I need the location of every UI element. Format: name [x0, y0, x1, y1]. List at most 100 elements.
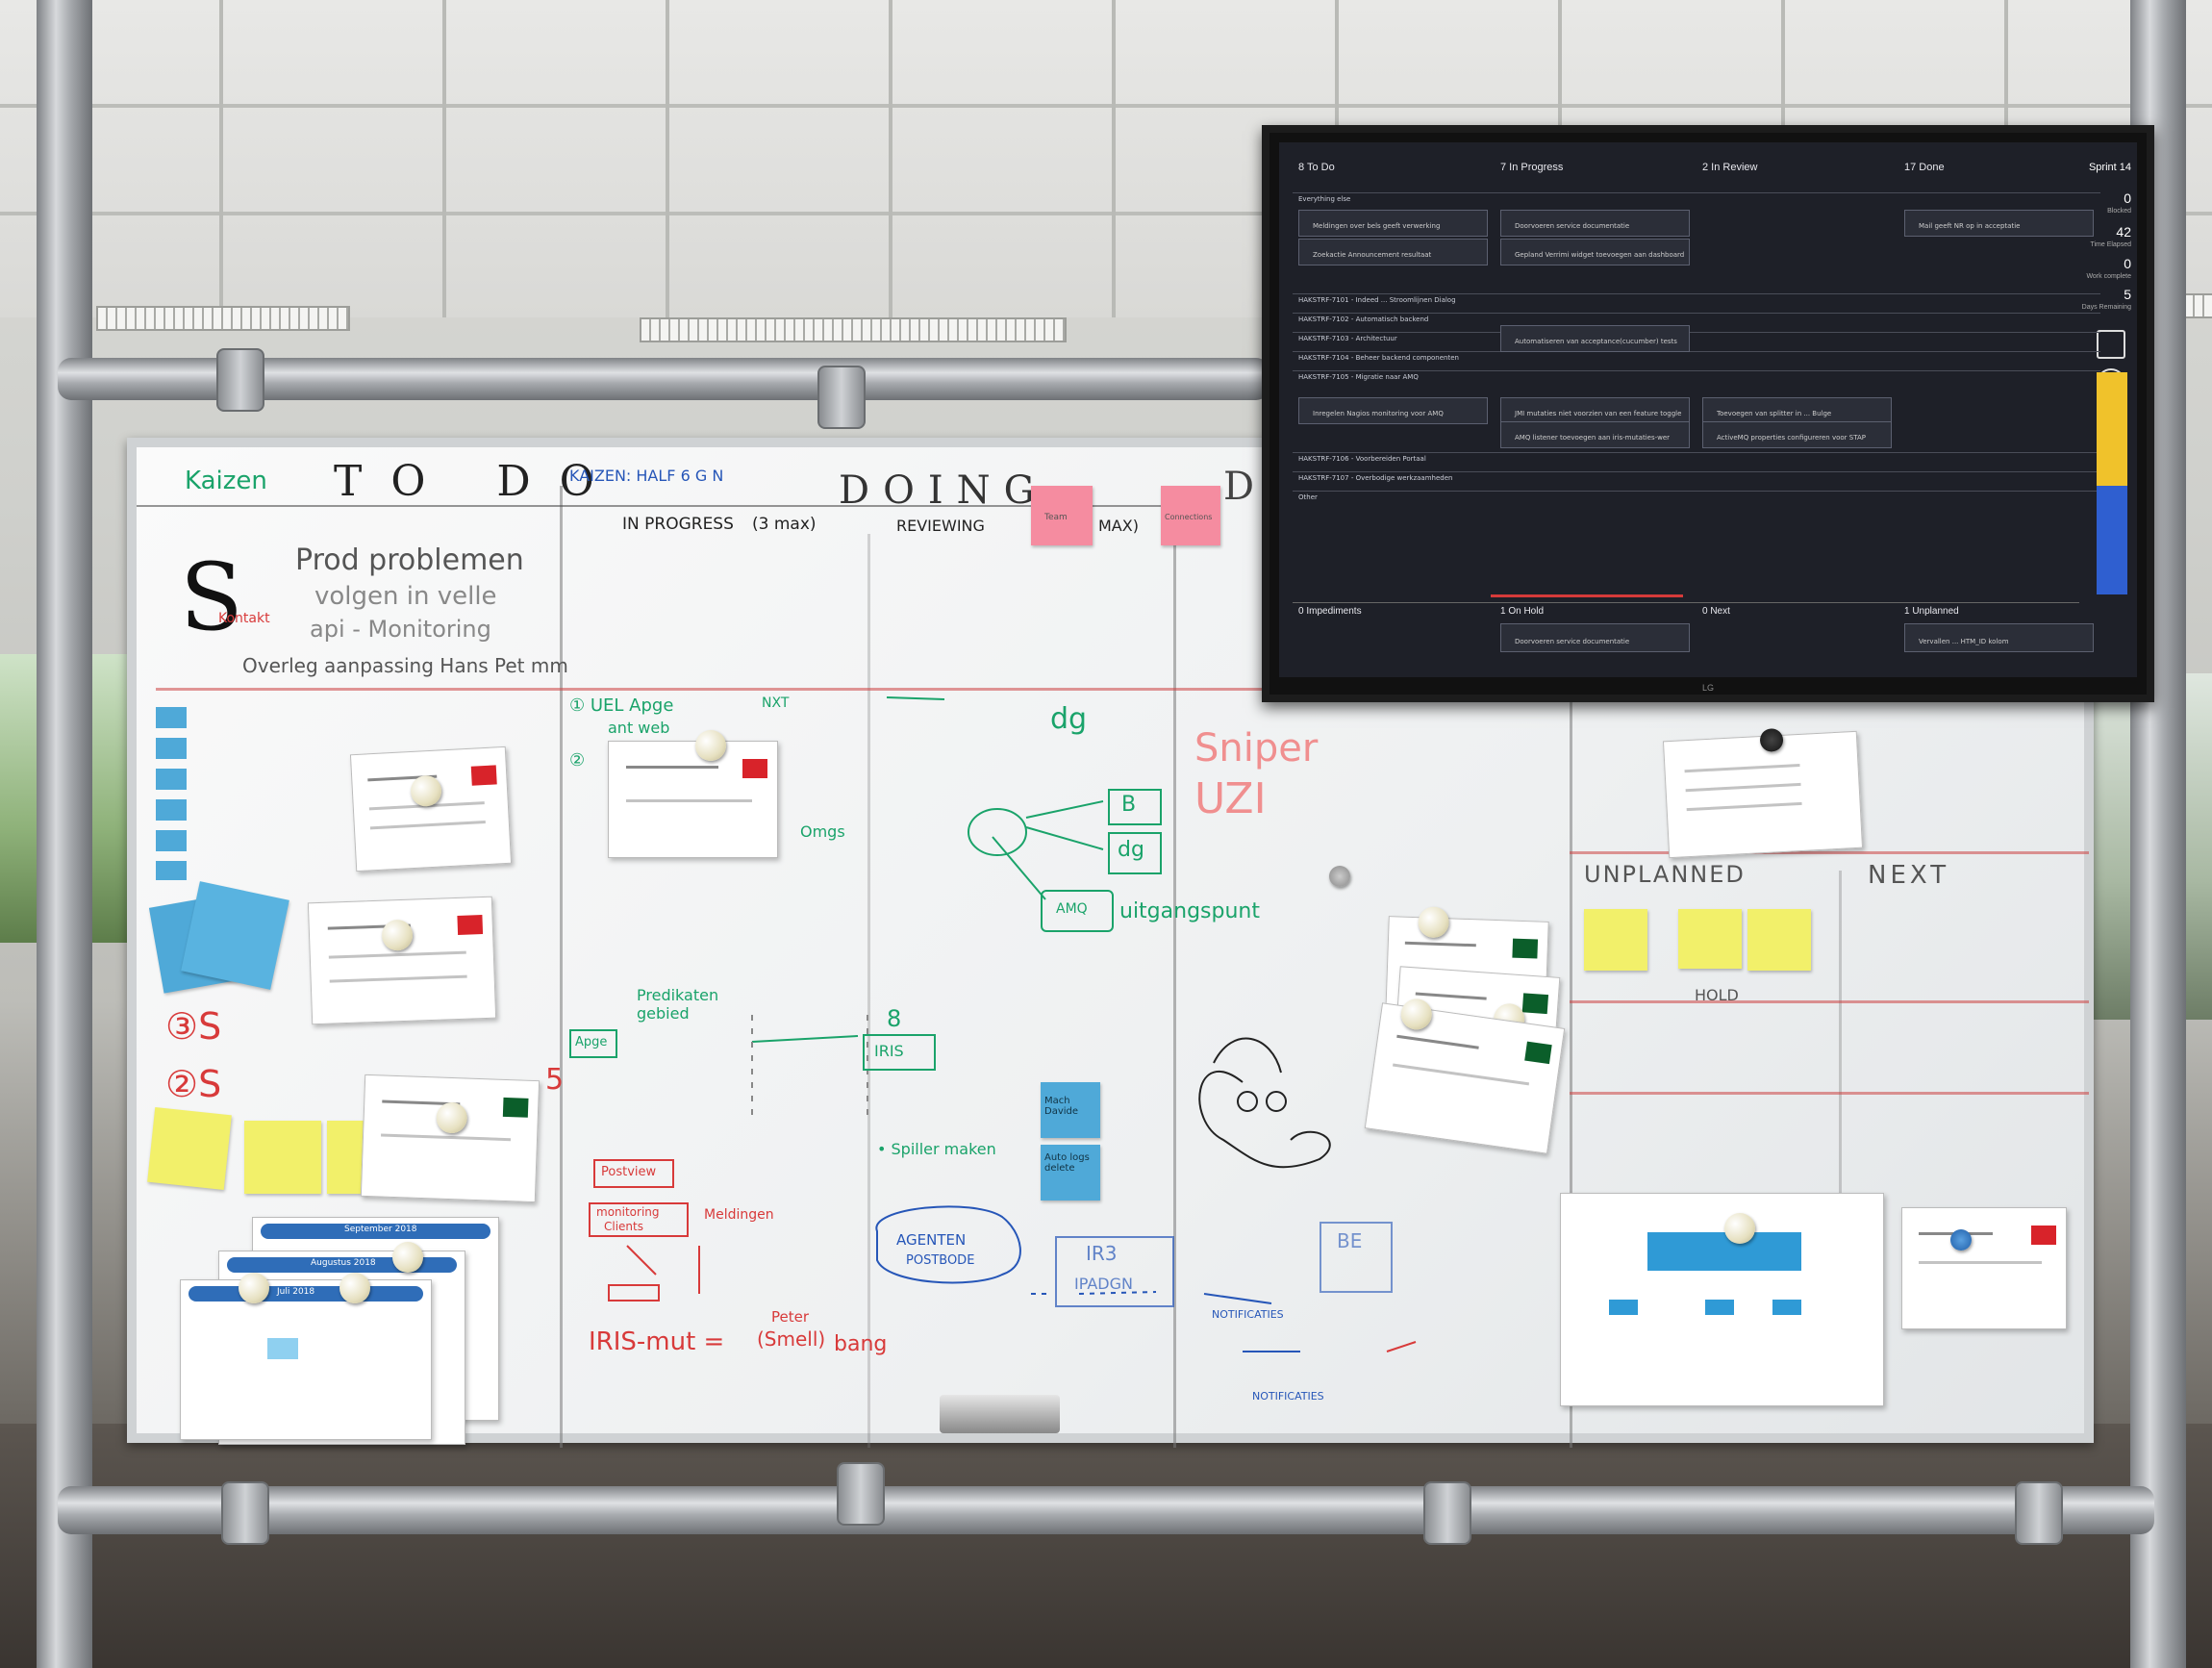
diagram-box-label: BE	[1337, 1229, 1363, 1252]
diagram-box	[608, 1284, 660, 1302]
swimlane-label: HAKSTRF-7107 - Overbodige werkzaamheden	[1298, 474, 1453, 482]
swimlane-label: HAKSTRF-7101 - Indeed ... Stroomlijnen D…	[1298, 296, 1456, 304]
tv-issue-card: Zoekactie Announcement resultaat	[1298, 239, 1488, 265]
hold-header: HOLD	[1695, 986, 1739, 1004]
document-diagram	[1705, 1300, 1734, 1315]
tv-issue-card: Vervallen ... HTM_ID kolom	[1904, 623, 2094, 652]
diagram-box-label: IPADGN	[1074, 1275, 1133, 1293]
magnet	[1724, 1213, 1755, 1244]
sticky-label: Auto logs delete	[1044, 1152, 1090, 1174]
swimlane-label: HAKSTRF-7106 - Voorbereiden Portaal	[1298, 455, 1426, 463]
tv-issue-card: Gepland Verrimi widget toevoegen aan das…	[1500, 239, 1690, 265]
progress-bar-yellow	[2097, 372, 2127, 486]
diagram-box-label: IR3	[1086, 1242, 1118, 1265]
swimlane-divider	[1293, 491, 2100, 492]
diagram-box: Apge	[569, 1029, 617, 1058]
next-header: NEXT	[1868, 861, 1950, 890]
diagram-box: IR3 IPADGN	[1055, 1236, 1174, 1307]
tv-issue-card: Automatiseren van acceptance(cucumber) t…	[1500, 325, 1690, 352]
office-scene: Kaizen TO DO KAIZEN: HALF 6 G N DOING IN…	[0, 0, 2212, 1668]
swimlane-divider	[1293, 313, 2100, 314]
card-line	[1404, 941, 1476, 948]
tv-issue-text: Zoekactie Announcement resultaat	[1313, 251, 1432, 259]
bottom-lane-divider	[1293, 602, 2079, 603]
tv-issue-text: Meldingen over bels geeft verwerking	[1313, 222, 1441, 230]
bottom-rail	[58, 1486, 2154, 1534]
rail-clamp	[221, 1481, 269, 1545]
doing-note: 8	[887, 1005, 902, 1032]
doing-note: POSTBODE	[906, 1253, 975, 1268]
diagram-box-label: monitoring	[596, 1205, 660, 1219]
tv-issue-card: Mail geeft NR op in acceptatie	[1904, 210, 2094, 237]
rail-clamp	[817, 366, 866, 429]
doing-note: (Smell)	[757, 1327, 826, 1351]
review-note: Sniper	[1194, 726, 1319, 771]
blue-sticky-note: Mach Davide	[1041, 1082, 1100, 1138]
magnet	[1329, 866, 1350, 887]
tv-bottom-header: 1 On Hold	[1500, 606, 1545, 617]
tv-issue-text: JMI mutaties niet voorzien van een featu…	[1515, 410, 1682, 417]
sticky-label: Mach Davide	[1044, 1096, 1079, 1117]
grid-view-icon[interactable]	[2097, 330, 2125, 359]
tv-bottom-header: 0 Next	[1702, 606, 1730, 617]
card-line	[1396, 1034, 1479, 1049]
swimlane-label: HAKSTRF-7104 - Beheer backend componente…	[1298, 354, 1459, 362]
doing-note: NOTIFICATIES	[1252, 1390, 1324, 1403]
office-floor	[0, 1424, 2212, 1668]
tv-monitor: 8 To Do 7 In Progress 2 In Review 17 Don…	[1262, 125, 2154, 702]
kpi-label: Days Remaining	[2081, 304, 2131, 311]
tv-issue-text: Automatiseren van acceptance(cucumber) t…	[1515, 338, 1677, 345]
diagram-box: IRIS	[863, 1034, 936, 1071]
kpi-label: Blocked	[2107, 208, 2131, 215]
blue-sticky-note: Auto logs delete	[1041, 1145, 1100, 1200]
rail-clamp	[837, 1462, 885, 1526]
tv-bottom-header: 1 Unplanned	[1904, 606, 1959, 617]
doing-note: Peter	[771, 1308, 810, 1326]
pinned-document	[1901, 1207, 2067, 1329]
progress-bar-blue	[2097, 486, 2127, 594]
card-line	[1686, 801, 1802, 812]
swimlane-divider	[1293, 192, 2100, 193]
on-hold-indicator	[1491, 594, 1683, 597]
tv-issue-card: AMQ listener toevoegen aan iris-mutaties…	[1500, 421, 1690, 448]
doing-note: IRIS-mut =	[589, 1327, 725, 1356]
diagram-box-label: IRIS	[874, 1042, 904, 1060]
task-card	[1364, 997, 1566, 1154]
rail-clamp	[2015, 1481, 2063, 1545]
yellow-sticky-note	[1678, 909, 1742, 969]
doing-note: AGENTEN	[896, 1231, 967, 1249]
swimlane-label: HAKSTRF-7105 - Migratie naar AMQ	[1298, 373, 1419, 381]
diagram-box-label: Postview	[601, 1165, 657, 1179]
doing-note: • Spiller maken	[877, 1140, 996, 1158]
doing-note: NOTIFICATIES	[1212, 1308, 1284, 1321]
card-line	[1684, 763, 1800, 773]
document-diagram	[1647, 1232, 1801, 1271]
tv-brand: LG	[1701, 683, 1715, 693]
doing-note: Meldingen	[704, 1207, 774, 1223]
unplanned-header: UNPLANNED	[1584, 861, 1746, 888]
swimlane-label: HAKSTRF-7102 - Automatisch backend	[1298, 316, 1429, 323]
kpi-label: Time Elapsed	[2090, 241, 2131, 248]
card-status-flag	[1521, 993, 1549, 1015]
swimlane-divider	[1293, 370, 2100, 371]
swimlane-divider	[1293, 471, 2100, 472]
tv-issue-card: Doorvoeren service documentatie	[1500, 210, 1690, 237]
tv-issue-text: Gepland Verrimi widget toevoegen aan das…	[1515, 251, 1685, 259]
swimlane-divider	[1293, 452, 2100, 453]
tv-issue-text: Inregelen Nagios monitoring voor AMQ	[1313, 410, 1444, 417]
tv-issue-text: Vervallen ... HTM_ID kolom	[1919, 638, 2009, 645]
tv-issue-text: AMQ listener toevoegen aan iris-mutaties…	[1515, 434, 1671, 442]
kpi-value: 0	[2124, 190, 2131, 206]
ceiling-lamp	[96, 306, 350, 331]
kpi-value: 0	[2124, 256, 2131, 271]
review-note: UZI	[1194, 774, 1267, 823]
tv-issue-text: Mail geeft NR op in acceptatie	[1919, 222, 2021, 230]
swimlane-label: Everything else	[1298, 195, 1351, 203]
tv-issue-text: Doorvoeren service documentatie	[1515, 638, 1630, 645]
whiteboard-eraser[interactable]	[940, 1395, 1060, 1433]
magnet	[1950, 1229, 1972, 1251]
diagram-box: monitoring Clients	[589, 1202, 689, 1237]
card-line	[1685, 782, 1801, 793]
tv-issue-text: Toevoegen van splitter in ... Bulge	[1717, 410, 1832, 417]
card-priority-flag	[2031, 1226, 2056, 1245]
